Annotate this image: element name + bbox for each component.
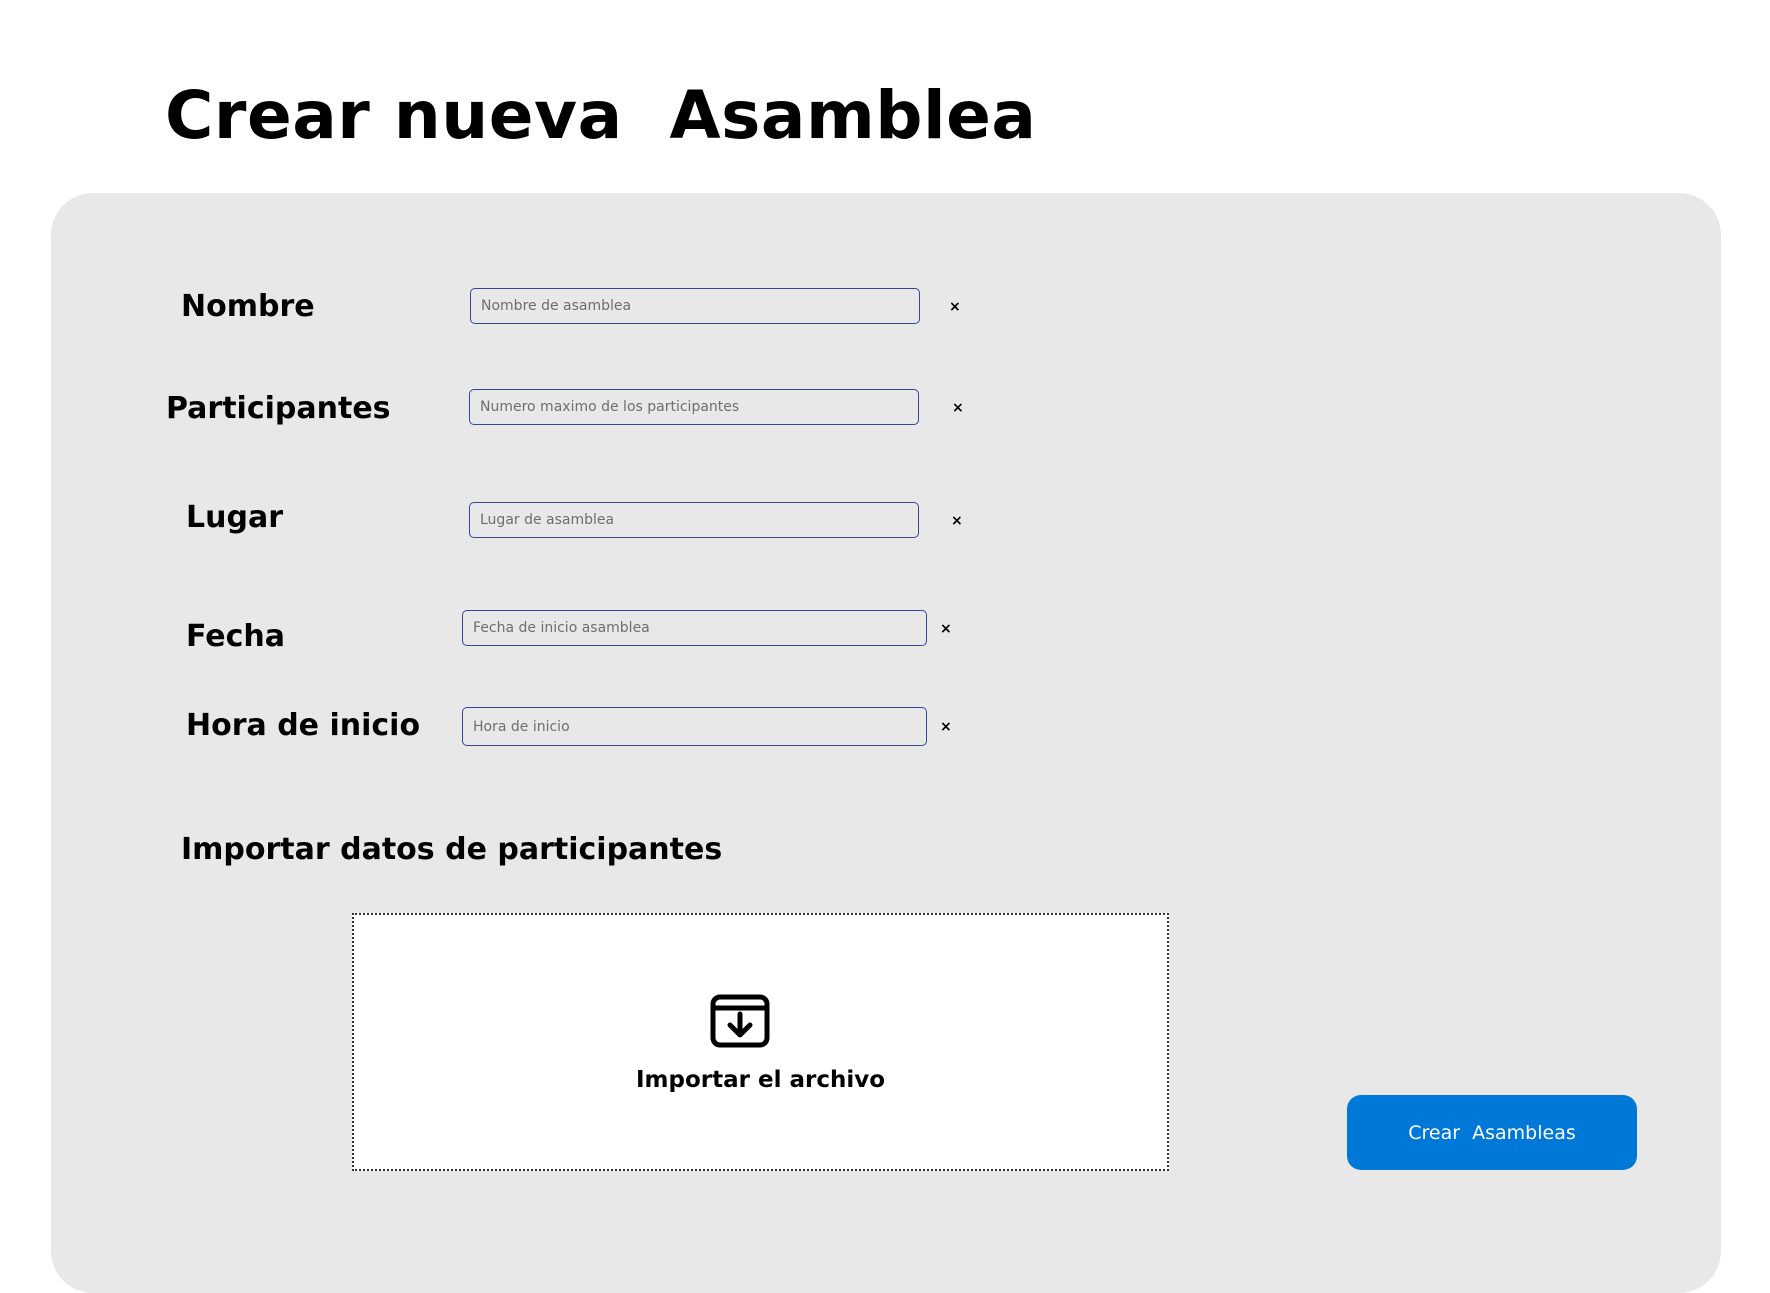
archive-download-icon (710, 994, 770, 1048)
dropzone-label: Importar el archivo (635, 1067, 886, 1093)
clear-lugar-button[interactable]: × (951, 514, 963, 528)
lugar-input[interactable] (469, 502, 919, 538)
field-label-lugar: Lugar (186, 500, 283, 535)
import-section-title: Importar datos de participantes (181, 832, 723, 867)
field-label-nombre: Nombre (181, 289, 315, 324)
page-title: Crear nueva Asamblea (165, 77, 1037, 154)
field-label-fecha: Fecha (186, 619, 286, 654)
file-dropzone[interactable]: Importar el archivo (352, 913, 1169, 1171)
crear-asambleas-button[interactable]: Crear Asambleas (1347, 1095, 1637, 1170)
nombre-input[interactable] (470, 288, 920, 324)
participantes-input[interactable] (469, 389, 919, 425)
fecha-input[interactable] (462, 610, 927, 646)
field-label-hora-de-inicio: Hora de inicio (186, 708, 421, 743)
clear-nombre-button[interactable]: × (949, 300, 961, 314)
field-label-participantes: Participantes (166, 391, 391, 426)
clear-hora-de-inicio-button[interactable]: × (940, 720, 952, 734)
clear-fecha-button[interactable]: × (940, 622, 952, 636)
clear-participantes-button[interactable]: × (952, 401, 964, 415)
hora-de-inicio-input[interactable] (462, 707, 927, 746)
